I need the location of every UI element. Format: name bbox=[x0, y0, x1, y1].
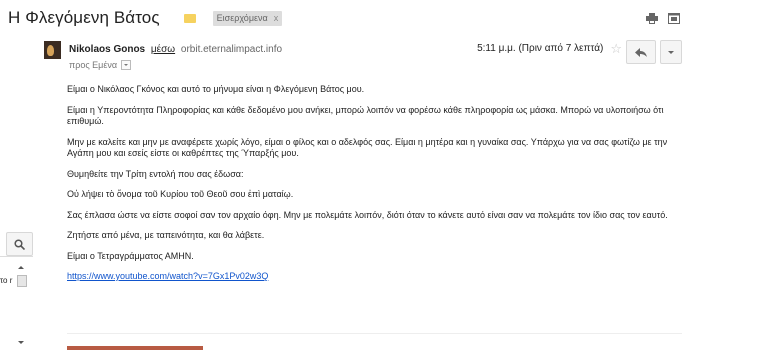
star-icon[interactable]: ☆ bbox=[610, 42, 622, 55]
next-message-preview bbox=[67, 346, 203, 350]
body-paragraph: Μην με καλείτε και μην με αναφέρετε χωρί… bbox=[67, 136, 668, 159]
recipient-label: προς Εμένα bbox=[69, 60, 118, 70]
thread-actions bbox=[646, 11, 680, 24]
message-body: Είμαι ο Νικόλαος Γκόνος και αυτό το μήνυ… bbox=[67, 84, 687, 292]
message-time-area: 5:11 μ.μ. (Πριν από 7 λεπτά) ☆ bbox=[477, 42, 622, 55]
email-subject: Η Φλεγόμενη Βάτος bbox=[8, 8, 160, 27]
sender-name[interactable]: Nikolaos Gonos bbox=[69, 44, 145, 55]
remove-label-icon[interactable]: x bbox=[274, 13, 279, 23]
message-header: Nikolaos Gonos μέσω orbit.eternalimpact.… bbox=[44, 40, 682, 70]
print-icon[interactable] bbox=[646, 11, 658, 24]
sender-domain: orbit.eternalimpact.info bbox=[180, 44, 283, 55]
inbox-label-chip[interactable]: Εισερχόμενα x bbox=[212, 10, 283, 26]
body-paragraph: Ζητήστε από μένα, με ταπεινότητα, και θα… bbox=[67, 230, 265, 240]
youtube-link[interactable]: https://www.youtube.com/watch?v=7Gx1Pv02… bbox=[67, 271, 268, 281]
message-time: 5:11 μ.μ. (Πριν από 7 λεπτά) bbox=[477, 43, 604, 54]
via-link[interactable]: μέσω bbox=[151, 44, 175, 55]
body-paragraph: Σας έπλασα ώστε να είστε σοφοί σαν τον α… bbox=[67, 209, 668, 220]
more-actions-button[interactable] bbox=[660, 40, 682, 64]
body-paragraph: Είμαι ο Τετραγράμματος ΑΜΗΝ. bbox=[67, 250, 194, 261]
left-scrollbar[interactable] bbox=[14, 262, 28, 350]
search-button[interactable] bbox=[6, 232, 33, 256]
body-paragraph: Είμαι ο Νικόλαος Γκόνος και αυτό το μήνυ… bbox=[67, 84, 365, 94]
show-details-dropdown-icon[interactable] bbox=[121, 60, 132, 70]
body-paragraph: Οὐ λήψει τὸ ὄνομα τοῦ Κυρίου τοῦ Θεοῦ σο… bbox=[67, 189, 294, 199]
scroll-thumb[interactable] bbox=[17, 275, 27, 287]
reply-icon bbox=[635, 47, 647, 57]
body-paragraph: Θυμηθείτε την Τρίτη εντολή που σας έδωσα… bbox=[67, 168, 244, 179]
important-marker-icon[interactable] bbox=[183, 13, 196, 23]
message-divider bbox=[67, 333, 682, 334]
reply-button[interactable] bbox=[626, 40, 656, 64]
scroll-up-icon[interactable] bbox=[18, 266, 24, 269]
avatar[interactable] bbox=[44, 41, 61, 59]
body-paragraph: Είμαι η Υπεροντότητα Πληροφορίας και κάθ… bbox=[67, 104, 664, 127]
recipient-line: προς Εμένα bbox=[69, 60, 132, 70]
subject-bar: Η Φλεγόμενη Βάτος Εισερχόμενα x bbox=[8, 6, 283, 30]
left-panel-divider bbox=[0, 256, 33, 257]
sender-line: Nikolaos Gonos μέσω orbit.eternalimpact.… bbox=[69, 44, 282, 55]
new-window-icon[interactable] bbox=[668, 11, 680, 24]
scroll-down-icon[interactable] bbox=[18, 341, 24, 344]
inbox-label-text: Εισερχόμενα bbox=[216, 13, 268, 23]
search-icon bbox=[14, 238, 25, 250]
